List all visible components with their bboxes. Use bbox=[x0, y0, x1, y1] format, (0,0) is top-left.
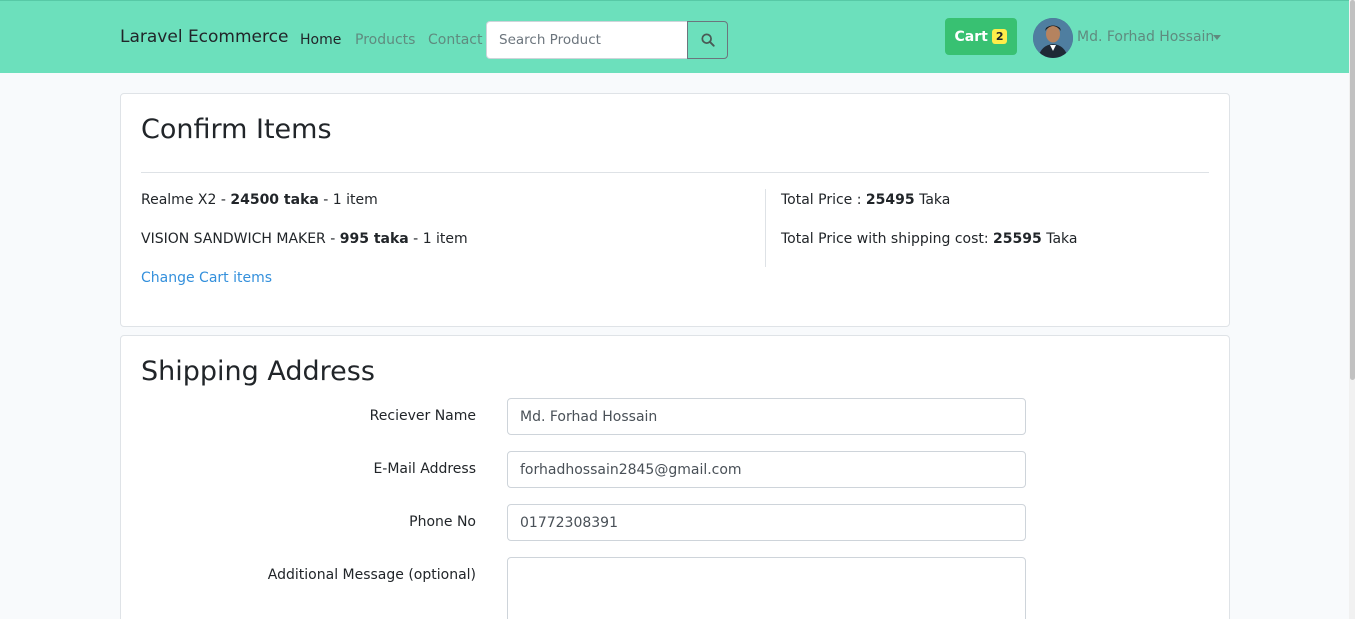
item-price: 24500 taka bbox=[230, 192, 319, 208]
avatar[interactable] bbox=[1033, 18, 1073, 58]
navbar: Laravel Ecommerce Home Products Contact … bbox=[0, 0, 1349, 73]
cart-count-badge: 2 bbox=[991, 29, 1008, 44]
item-qty: 1 item bbox=[422, 231, 468, 247]
shipping-total-unit: Taka bbox=[1046, 231, 1078, 247]
email-input[interactable] bbox=[507, 451, 1026, 488]
search-input[interactable] bbox=[486, 21, 688, 59]
nav-products[interactable]: Products bbox=[355, 32, 415, 48]
total-label: Total Price : bbox=[781, 192, 862, 208]
shipping-total-label: Total Price with shipping cost: bbox=[781, 231, 989, 247]
cart-item: Realme X2 - 24500 taka - 1 item bbox=[141, 192, 378, 208]
item-qty: 1 item bbox=[332, 192, 378, 208]
chevron-down-icon[interactable] bbox=[1213, 35, 1221, 40]
item-name: VISION SANDWICH MAKER bbox=[141, 231, 326, 247]
search-icon bbox=[700, 33, 715, 47]
message-textarea[interactable] bbox=[507, 557, 1026, 619]
user-menu-toggle[interactable]: Md. Forhad Hossain bbox=[1077, 29, 1214, 45]
user-photo-icon bbox=[1033, 18, 1073, 58]
email-label: E-Mail Address bbox=[373, 461, 476, 477]
brand-link[interactable]: Laravel Ecommerce bbox=[120, 27, 288, 47]
divider bbox=[141, 172, 1209, 173]
shipping-total-value: 25595 bbox=[993, 231, 1042, 247]
item-price: 995 taka bbox=[339, 231, 409, 247]
confirm-items-card: Confirm Items Realme X2 - 24500 taka - 1… bbox=[120, 93, 1230, 327]
total-with-shipping: Total Price with shipping cost: 25595 Ta… bbox=[781, 231, 1077, 247]
search-button[interactable] bbox=[687, 21, 728, 59]
item-name: Realme X2 bbox=[141, 192, 217, 208]
nav-contact[interactable]: Contact bbox=[428, 32, 482, 48]
confirm-title: Confirm Items bbox=[141, 114, 332, 145]
phone-label: Phone No bbox=[409, 514, 476, 530]
total-value: 25495 bbox=[865, 192, 915, 208]
receiver-name-input[interactable] bbox=[507, 398, 1026, 435]
shipping-address-card: Shipping Address Reciever Name E-Mail Ad… bbox=[120, 335, 1230, 619]
receiver-name-label: Reciever Name bbox=[369, 408, 476, 424]
cart-button[interactable]: Cart 2 bbox=[945, 18, 1017, 55]
nav-home[interactable]: Home bbox=[300, 32, 341, 48]
message-label: Additional Message (optional) bbox=[267, 567, 476, 583]
phone-input[interactable] bbox=[507, 504, 1026, 541]
total-price: Total Price : 25495 Taka bbox=[781, 192, 950, 208]
scrollbar-thumb[interactable] bbox=[1350, 0, 1355, 380]
shipping-title: Shipping Address bbox=[141, 356, 375, 387]
change-cart-link[interactable]: Change Cart items bbox=[141, 270, 272, 286]
cart-label: Cart bbox=[954, 28, 988, 45]
cart-item: VISION SANDWICH MAKER - 995 taka - 1 ite… bbox=[141, 231, 468, 247]
vertical-divider bbox=[765, 189, 766, 267]
total-unit: Taka bbox=[919, 192, 951, 208]
